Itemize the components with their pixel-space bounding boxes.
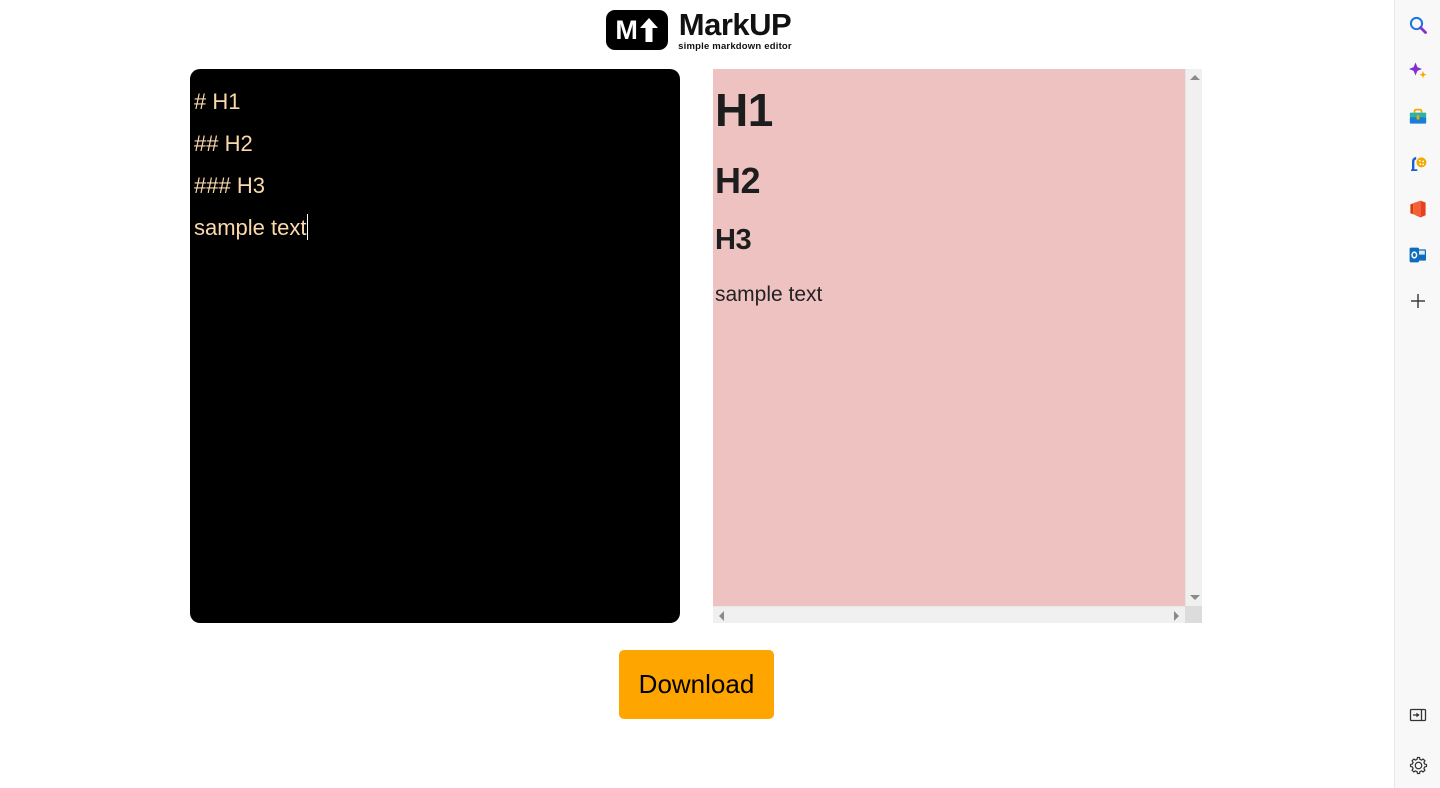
search-icon <box>1408 15 1428 35</box>
copilot-sparkle-icon <box>1408 61 1428 81</box>
up-arrow-icon <box>639 17 659 43</box>
preview-paragraph: sample text <box>715 283 823 306</box>
page-tagline: simple markdown editor <box>678 40 792 52</box>
preview-vertical-scrollbar[interactable] <box>1185 69 1202 606</box>
preview-heading-1: H1 <box>715 84 773 136</box>
logo-letter-m: M <box>615 14 637 45</box>
scroll-down-arrow-icon[interactable] <box>1186 589 1203 606</box>
markdown-preview-pane: H1 H2 H3 sample text <box>713 69 1202 623</box>
logo-wordmark: MarkUP simple markdown editor <box>678 9 792 52</box>
toggle-sidebar-button[interactable] <box>1403 700 1433 730</box>
browser-page: M MarkUP simple markdown editor # H1 ## … <box>0 0 1440 788</box>
scrollbar-corner <box>1185 606 1202 623</box>
site-logo: M MarkUP simple markdown editor <box>606 9 792 52</box>
preview-heading-2: H2 <box>715 160 761 201</box>
games-icon <box>1408 153 1428 173</box>
outlook-icon <box>1408 245 1428 265</box>
sidebar-bottom-items <box>1395 700 1440 780</box>
markdown-preview-body: H1 H2 H3 sample text <box>713 69 1185 606</box>
sidebar-item-games[interactable] <box>1403 148 1433 178</box>
sidebar-item-shopping[interactable] <box>1403 102 1433 132</box>
plus-icon <box>1409 292 1427 310</box>
download-button[interactable]: Download <box>619 650 774 719</box>
site-header: M MarkUP simple markdown editor <box>0 0 1394 60</box>
scroll-up-arrow-icon[interactable] <box>1186 69 1203 86</box>
sidebar-item-outlook[interactable] <box>1403 240 1433 270</box>
toggle-sidebar-icon <box>1409 706 1427 724</box>
markdown-source-textarea[interactable]: # H1 ## H2 ### H3 sample text <box>190 81 680 249</box>
sidebar-item-search[interactable] <box>1403 10 1433 40</box>
shopping-briefcase-icon <box>1408 107 1428 127</box>
page-title: MarkUP <box>678 6 792 42</box>
scroll-right-arrow-icon[interactable] <box>1168 607 1185 624</box>
sidebar-item-office[interactable] <box>1403 194 1433 224</box>
webpage-content: M MarkUP simple markdown editor # H1 ## … <box>0 0 1394 788</box>
markup-logo-mark: M <box>606 10 669 50</box>
sidebar-item-copilot[interactable] <box>1403 56 1433 86</box>
gear-icon <box>1409 756 1428 775</box>
editor-text-value: # H1 ## H2 ### H3 sample text <box>194 89 307 240</box>
sidebar-add-button[interactable] <box>1403 286 1433 316</box>
sidebar-top-items <box>1403 0 1433 316</box>
preview-horizontal-scrollbar[interactable] <box>713 606 1185 623</box>
browser-sidebar <box>1394 0 1440 788</box>
scroll-left-arrow-icon[interactable] <box>713 607 730 624</box>
settings-button[interactable] <box>1403 750 1433 780</box>
office-icon <box>1408 199 1428 219</box>
markdown-editor-pane[interactable]: # H1 ## H2 ### H3 sample text <box>190 69 680 623</box>
preview-heading-3: H3 <box>715 224 752 256</box>
text-caret <box>306 214 308 240</box>
